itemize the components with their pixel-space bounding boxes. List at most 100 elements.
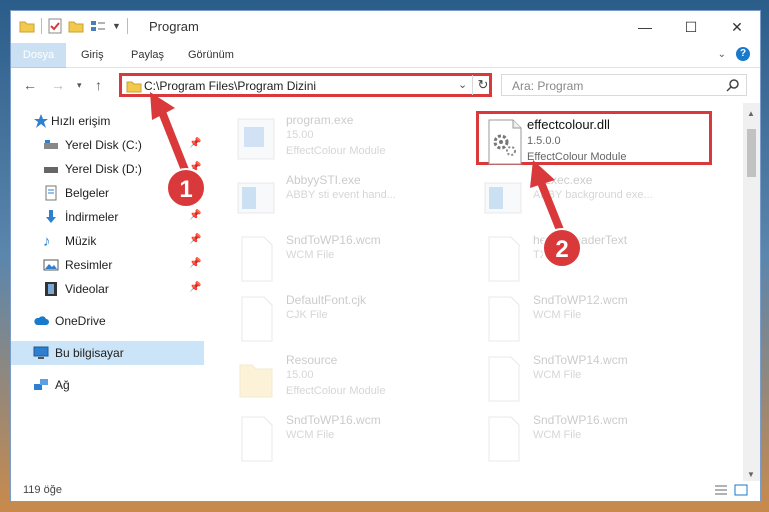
- sidebar-item-label: Yerel Disk (D:): [65, 162, 142, 176]
- file-name: SndToWP16.wcm: [533, 413, 628, 427]
- file-name: program.exe: [286, 113, 354, 127]
- large-icons-view-icon[interactable]: [734, 484, 748, 496]
- sidebar-item-this-pc[interactable]: Bu bilgisayar: [11, 341, 204, 365]
- file-item-effectcolour-dll[interactable]: effectcolour.dll 1.5.0.0 EffectColour Mo…: [476, 111, 712, 165]
- file-item[interactable]: AbbyySTI.exe ABBY sti event hand...: [234, 171, 484, 227]
- sidebar-item-videos[interactable]: Videolar 📌: [11, 277, 204, 301]
- properties-icon[interactable]: [48, 18, 62, 34]
- computer-icon: [33, 346, 49, 359]
- drive-icon: [44, 167, 58, 173]
- search-icon[interactable]: [726, 78, 740, 92]
- recent-locations-icon[interactable]: ▾: [77, 80, 82, 91]
- window-title: Program: [149, 19, 199, 34]
- sidebar-item-label: Hızlı erişim: [51, 114, 111, 128]
- file-version: 1.5.0.0: [527, 135, 561, 147]
- file-list: program.exe 15.00 EffectColour Module ef…: [206, 103, 741, 483]
- file-description: EffectColour Module: [527, 151, 627, 163]
- file-item[interactable]: DefaultFont.cjk CJK File: [234, 291, 484, 347]
- title-bar: ▼ Program — ☐ ✕: [11, 11, 760, 43]
- generic-file-icon: [241, 416, 273, 462]
- film-icon: [45, 282, 57, 296]
- generic-file-icon: [488, 296, 520, 342]
- tab-share[interactable]: Paylaş: [131, 43, 164, 67]
- sidebar-item-music[interactable]: ♪ Müzik 📌: [11, 229, 204, 253]
- file-type: WCM File: [286, 249, 335, 261]
- pin-icon[interactable]: 📌: [189, 282, 201, 293]
- pin-icon[interactable]: 📌: [189, 138, 201, 149]
- file-version: 15.00: [286, 129, 314, 141]
- ribbon: Dosya Giriş Paylaş Görünüm ⌄ ?: [11, 43, 760, 99]
- folder-icon[interactable]: [19, 19, 35, 33]
- sidebar-item-label: Videolar: [65, 282, 109, 296]
- file-item[interactable]: SndToWP16.wcm WCM File: [234, 231, 484, 287]
- address-bar[interactable]: C:\Program Files\Program Dizini ⌄ ↻: [119, 73, 492, 97]
- file-item[interactable]: ...Exec.exe ABBY background exe...: [481, 171, 731, 227]
- step-1-badge: 1: [166, 168, 206, 208]
- sidebar-item-network[interactable]: Ağ: [11, 373, 204, 397]
- file-type: WCM File: [286, 429, 335, 441]
- navigation-bar: ← → ▾ ↑ C:\Program Files\Program Dizini …: [11, 68, 760, 102]
- sidebar-item-pictures[interactable]: Resimler 📌: [11, 253, 204, 277]
- tab-home[interactable]: Giriş: [81, 43, 104, 67]
- star-icon: [34, 114, 48, 128]
- address-dropdown-icon[interactable]: ⌄: [458, 78, 467, 91]
- address-path[interactable]: C:\Program Files\Program Dizini: [144, 79, 316, 93]
- sidebar-item-quick-access[interactable]: Hızlı erişim: [11, 109, 204, 133]
- file-item[interactable]: help...ReaderText TXT File: [481, 231, 731, 287]
- vertical-scrollbar[interactable]: ▲ ▼: [743, 103, 760, 483]
- network-icon: [34, 379, 48, 390]
- explorer-window: ▼ Program — ☐ ✕ Dosya Giriş Paylaş Görün…: [10, 10, 761, 502]
- sidebar-item-label: İndirmeler: [65, 210, 119, 224]
- dll-file-icon: [488, 119, 522, 165]
- file-item[interactable]: SndToWP14.wcm WCM File: [481, 351, 731, 407]
- new-folder-icon[interactable]: [68, 19, 84, 33]
- pin-icon[interactable]: 📌: [189, 258, 201, 269]
- forward-arrow-icon[interactable]: →: [51, 77, 65, 93]
- search-input[interactable]: Ara: Program: [501, 74, 747, 96]
- cloud-icon: [34, 316, 49, 325]
- sidebar-item-label: Bu bilgisayar: [55, 346, 124, 360]
- pin-icon[interactable]: 📌: [189, 234, 201, 245]
- help-icon[interactable]: ?: [736, 47, 750, 61]
- file-description: ABBY sti event hand...: [286, 189, 396, 201]
- file-item[interactable]: SndToWP12.wcm WCM File: [481, 291, 731, 347]
- toolbar-divider: [41, 18, 42, 34]
- file-item[interactable]: SndToWP16.wcm WCM File: [234, 411, 484, 467]
- file-type: WCM File: [533, 429, 582, 441]
- step-2-badge: 2: [542, 228, 582, 268]
- sidebar-item-downloads[interactable]: İndirmeler 📌: [11, 205, 204, 229]
- documents-icon: [45, 185, 57, 201]
- file-item[interactable]: program.exe 15.00 EffectColour Module: [234, 111, 484, 167]
- file-name: SndToWP14.wcm: [533, 353, 628, 367]
- tab-view[interactable]: Görünüm: [188, 43, 234, 67]
- pictures-icon: [43, 259, 59, 271]
- status-bar: 119 öğe: [11, 481, 760, 501]
- back-arrow-icon[interactable]: ←: [23, 77, 37, 93]
- scroll-down-icon[interactable]: ▼: [747, 470, 755, 479]
- generic-file-icon: [241, 296, 273, 342]
- close-button[interactable]: ✕: [714, 11, 760, 43]
- generic-file-icon: [241, 236, 273, 282]
- search-placeholder: Ara: Program: [512, 79, 584, 93]
- expand-ribbon-icon[interactable]: ⌄: [718, 49, 726, 60]
- customize-toolbar-icon[interactable]: ▼: [112, 21, 121, 31]
- file-item[interactable]: Resource 15.00 EffectColour Module: [234, 351, 484, 407]
- details-view-icon[interactable]: [714, 484, 728, 496]
- file-item[interactable]: SndToWP16.wcm WCM File: [481, 411, 731, 467]
- ribbon-right: ⌄ ?: [718, 47, 750, 61]
- quick-access-toolbar: ▼: [19, 18, 128, 34]
- scrollbar-thumb[interactable]: [747, 129, 756, 177]
- sidebar-item-label: Müzik: [65, 234, 97, 248]
- file-name: SndToWP12.wcm: [533, 293, 628, 307]
- view-icon[interactable]: [90, 19, 106, 33]
- minimize-button[interactable]: —: [622, 11, 668, 43]
- maximize-button[interactable]: ☐: [668, 11, 714, 43]
- scroll-up-icon[interactable]: ▲: [747, 109, 755, 118]
- pin-icon[interactable]: 📌: [189, 210, 201, 221]
- refresh-icon[interactable]: ↻: [472, 75, 493, 95]
- generic-file-icon: [488, 416, 520, 462]
- sidebar-item-onedrive[interactable]: OneDrive: [11, 309, 204, 333]
- up-arrow-icon[interactable]: ↑: [95, 77, 102, 93]
- file-name: effectcolour.dll: [527, 117, 610, 132]
- sidebar-item-disk-c[interactable]: Yerel Disk (C:) 📌: [11, 133, 204, 157]
